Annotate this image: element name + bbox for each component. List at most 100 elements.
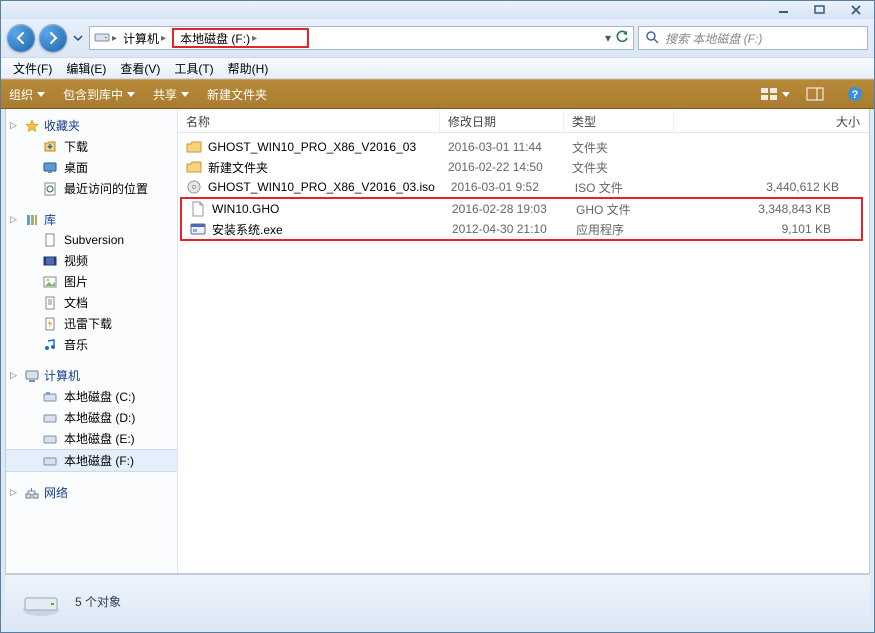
svg-text:?: ? <box>852 89 859 101</box>
sidebar-item-pictures[interactable]: 图片 <box>6 271 177 292</box>
menu-tools[interactable]: 工具(T) <box>168 58 219 79</box>
search-placeholder: 搜索 本地磁盘 (F:) <box>665 30 762 47</box>
minimize-button[interactable] <box>770 3 798 17</box>
menubar: 文件(F) 编辑(E) 查看(V) 工具(T) 帮助(H) <box>1 57 874 79</box>
menu-help[interactable]: 帮助(H) <box>222 58 275 79</box>
sidebar-item-music[interactable]: 音乐 <box>6 334 177 355</box>
sidebar-item-drive-c[interactable]: 本地磁盘 (C:) <box>6 386 177 407</box>
sidebar-group-computer: ▷ 计算机 本地磁盘 (C:) 本地磁盘 (D:) 本地磁盘 (E:) 本地磁盘… <box>6 365 177 472</box>
document-icon <box>42 295 58 311</box>
column-headers: 名称 修改日期 类型 大小 <box>178 109 869 133</box>
picture-icon <box>42 274 58 290</box>
sidebar-item-desktop[interactable]: 桌面 <box>6 157 177 178</box>
sidebar-item-drive-e[interactable]: 本地磁盘 (E:) <box>6 428 177 449</box>
sidebar-item-videos[interactable]: 视频 <box>6 250 177 271</box>
file-list-pane: 名称 修改日期 类型 大小 GHOST_WIN10_PRO_X86_V2016_… <box>178 109 869 573</box>
computer-icon <box>24 368 40 384</box>
file-row[interactable]: GHOST_WIN10_PRO_X86_V2016_03 2016-03-01 … <box>178 137 869 157</box>
refresh-icon[interactable] <box>615 30 629 47</box>
file-row[interactable]: WIN10.GHO 2016-02-28 19:03 GHO 文件 3,348,… <box>182 199 861 219</box>
sidebar-head-libraries[interactable]: ▷ 库 <box>6 209 177 230</box>
file-date: 2016-03-01 9:52 <box>443 180 567 194</box>
forward-button[interactable] <box>39 24 67 52</box>
maximize-button[interactable] <box>806 3 834 17</box>
column-name[interactable]: 名称 <box>178 109 440 132</box>
view-options-button[interactable] <box>764 85 786 103</box>
help-button[interactable]: ? <box>844 85 866 103</box>
drive-icon <box>42 389 58 405</box>
explorer-window: ▸ 计算机 ▸ 本地磁盘 (F:) ▸ ▾ 搜索 本地磁盘 (F:) <box>0 0 875 633</box>
highlighted-files: WIN10.GHO 2016-02-28 19:03 GHO 文件 3,348,… <box>180 197 863 241</box>
sidebar-head-favorites[interactable]: ▷ 收藏夹 <box>6 115 177 136</box>
iso-icon <box>186 179 202 195</box>
sidebar-item-label: 迅雷下载 <box>64 315 112 332</box>
main-area: ▷ 收藏夹 下载 桌面 最近访问的位置 ▷ 库 Subversion 视频 图片… <box>5 109 870 574</box>
sidebar-group-libraries: ▷ 库 Subversion 视频 图片 文档 迅雷下载 音乐 <box>6 209 177 355</box>
chevron-down-icon <box>127 92 135 97</box>
file-type: ISO 文件 <box>567 179 677 196</box>
file-name: 新建文件夹 <box>208 159 268 176</box>
file-size: 9,101 KB <box>678 222 861 236</box>
star-icon <box>24 118 40 134</box>
sidebar-item-downloads[interactable]: 下载 <box>6 136 177 157</box>
titlebar <box>1 1 874 19</box>
status-bar: 5 个对象 <box>5 574 870 628</box>
address-bar[interactable]: ▸ 计算机 ▸ 本地磁盘 (F:) ▸ ▾ <box>89 26 634 50</box>
sidebar-item-documents[interactable]: 文档 <box>6 292 177 313</box>
music-icon <box>42 337 58 353</box>
navigation-row: ▸ 计算机 ▸ 本地磁盘 (F:) ▸ ▾ 搜索 本地磁盘 (F:) <box>1 19 874 57</box>
close-button[interactable] <box>842 3 870 17</box>
column-date[interactable]: 修改日期 <box>440 109 564 132</box>
sidebar-item-thunder[interactable]: 迅雷下载 <box>6 313 177 334</box>
breadcrumb-current[interactable]: 本地磁盘 (F:) ▸ <box>172 28 309 48</box>
column-type[interactable]: 类型 <box>564 109 674 132</box>
download-icon <box>42 139 58 155</box>
recent-icon <box>42 181 58 197</box>
sidebar-head-computer[interactable]: ▷ 计算机 <box>6 365 177 386</box>
toolbar: 组织 包含到库中 共享 新建文件夹 ? <box>1 79 874 109</box>
exe-icon <box>190 221 206 237</box>
file-row[interactable]: 新建文件夹 2016-02-22 14:50 文件夹 <box>178 157 869 177</box>
file-row[interactable]: 安装系统.exe 2012-04-30 21:10 应用程序 9,101 KB <box>182 219 861 239</box>
share-button[interactable]: 共享 <box>153 86 189 103</box>
organize-button[interactable]: 组织 <box>9 86 45 103</box>
sidebar-label: 库 <box>44 211 56 228</box>
chevron-right-icon: ▸ <box>252 33 257 44</box>
sidebar-item-drive-f[interactable]: 本地磁盘 (F:) <box>6 449 177 472</box>
file-date: 2012-04-30 21:10 <box>444 222 568 236</box>
toolbar-label: 新建文件夹 <box>207 86 267 103</box>
toolbar-label: 组织 <box>9 86 33 103</box>
file-date: 2016-02-28 19:03 <box>444 202 568 216</box>
column-size[interactable]: 大小 <box>674 109 869 132</box>
download-icon <box>42 316 58 332</box>
chevron-down-icon <box>181 92 189 97</box>
collapse-icon: ▷ <box>10 214 17 225</box>
sidebar-item-label: 本地磁盘 (D:) <box>64 409 135 426</box>
sidebar-item-drive-d[interactable]: 本地磁盘 (D:) <box>6 407 177 428</box>
desktop-icon <box>42 160 58 176</box>
sidebar-item-label: 文档 <box>64 294 88 311</box>
file-row[interactable]: GHOST_WIN10_PRO_X86_V2016_03.iso 2016-03… <box>178 177 869 197</box>
folder-icon <box>186 159 202 175</box>
chevron-down-icon[interactable]: ▾ <box>605 31 611 45</box>
menu-view[interactable]: 查看(V) <box>114 58 166 79</box>
history-dropdown[interactable] <box>71 28 85 48</box>
search-input[interactable]: 搜索 本地磁盘 (F:) <box>638 26 868 50</box>
sidebar-group-network: ▷ 网络 <box>6 482 177 503</box>
file-size: 3,440,612 KB <box>677 180 869 194</box>
sidebar-item-label: 视频 <box>64 252 88 269</box>
sidebar-item-label: 图片 <box>64 273 88 290</box>
new-folder-button[interactable]: 新建文件夹 <box>207 86 267 103</box>
menu-edit[interactable]: 编辑(E) <box>60 58 112 79</box>
back-button[interactable] <box>7 24 35 52</box>
menu-file[interactable]: 文件(F) <box>7 58 58 79</box>
sidebar-head-network[interactable]: ▷ 网络 <box>6 482 177 503</box>
drive-icon <box>42 410 58 426</box>
sidebar-item-subversion[interactable]: Subversion <box>6 230 177 250</box>
include-in-library-button[interactable]: 包含到库中 <box>63 86 135 103</box>
breadcrumb-computer[interactable]: 计算机 ▸ <box>119 28 170 48</box>
sidebar-item-recent[interactable]: 最近访问的位置 <box>6 178 177 199</box>
collapse-icon: ▷ <box>10 370 17 381</box>
search-icon <box>645 30 659 47</box>
preview-pane-button[interactable] <box>804 85 826 103</box>
